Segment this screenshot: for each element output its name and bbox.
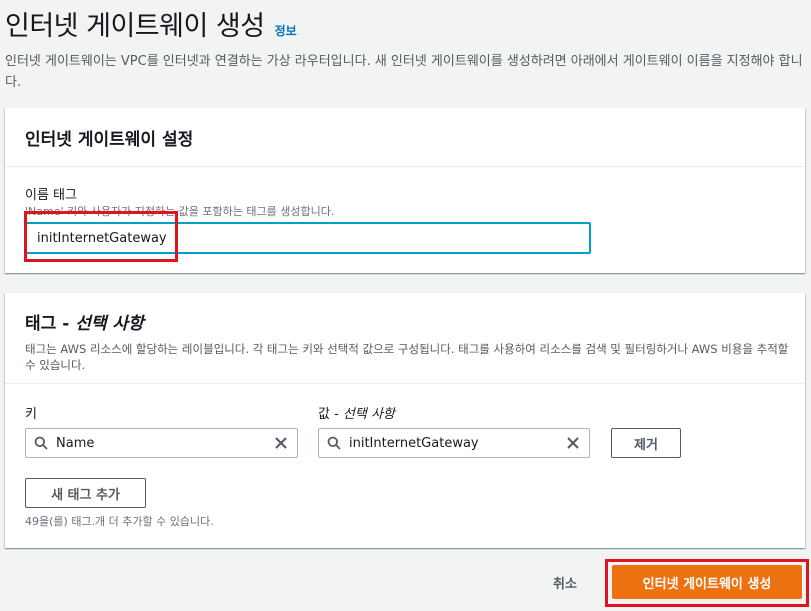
tag-value-label-text: 값 - — [318, 407, 343, 422]
search-icon — [319, 436, 349, 450]
tag-value-label: 값 - 선택 사항 — [318, 403, 395, 422]
tags-header: 태그 - 선택 사항 태그는 AWS 리소스에 할당하는 레이블입니다. 각 태… — [5, 293, 805, 384]
tags-title-optional: 선택 사항 — [75, 314, 144, 334]
create-internet-gateway-button[interactable]: 인터넷 게이트웨이 생성 — [612, 565, 802, 599]
tags-description: 태그는 AWS 리소스에 할당하는 레이블입니다. 각 태그는 키와 선택적 값… — [25, 342, 789, 372]
tag-key-input[interactable]: Name — [25, 428, 298, 458]
tags-title-text: 태그 - — [25, 314, 76, 334]
gateway-settings-panel: 인터넷 게이트웨이 설정 이름 태그 'Name' 키와 사용자가 지정하는 값… — [5, 108, 805, 273]
tag-value-label-optional: 선택 사항 — [342, 407, 395, 422]
tag-value-value: initInternetGateway — [349, 435, 479, 451]
cancel-button[interactable]: 취소 — [553, 573, 577, 592]
add-tag-button[interactable]: 새 태그 추가 — [25, 478, 146, 508]
info-link[interactable]: 정보 — [275, 22, 297, 39]
search-icon — [26, 436, 56, 450]
clear-value-icon[interactable] — [557, 436, 589, 450]
tag-key-label: 키 — [25, 407, 37, 422]
name-tag-hint: 'Name' 키와 사용자가 지정하는 값을 포함하는 태그를 생성합니다. — [25, 205, 335, 218]
tags-title: 태그 - 선택 사항 — [25, 309, 785, 334]
tags-remaining-hint: 49을(를) 태그.개 더 추가할 수 있습니다. — [25, 515, 214, 528]
page-title: 인터넷 게이트웨이 생성 — [5, 11, 265, 42]
clear-key-icon[interactable] — [265, 436, 297, 450]
page-header: 인터넷 게이트웨이 생성 정보 — [5, 4, 297, 43]
name-tag-input[interactable]: initInternetGateway — [25, 222, 591, 254]
gateway-settings-header: 인터넷 게이트웨이 설정 — [5, 108, 805, 167]
name-tag-label: 이름 태그 — [25, 188, 77, 203]
remove-tag-button[interactable]: 제거 — [611, 428, 681, 458]
tag-key-value: Name — [56, 435, 95, 451]
name-tag-input-value: initInternetGateway — [37, 230, 167, 246]
tag-value-input[interactable]: initInternetGateway — [318, 428, 590, 458]
gateway-settings-title: 인터넷 게이트웨이 설정 — [25, 129, 194, 150]
page-description: 인터넷 게이트웨이는 VPC를 인터넷과 연결하는 가상 라우터입니다. 새 인… — [5, 54, 803, 90]
tags-panel: 태그 - 선택 사항 태그는 AWS 리소스에 할당하는 레이블입니다. 각 태… — [5, 293, 805, 548]
